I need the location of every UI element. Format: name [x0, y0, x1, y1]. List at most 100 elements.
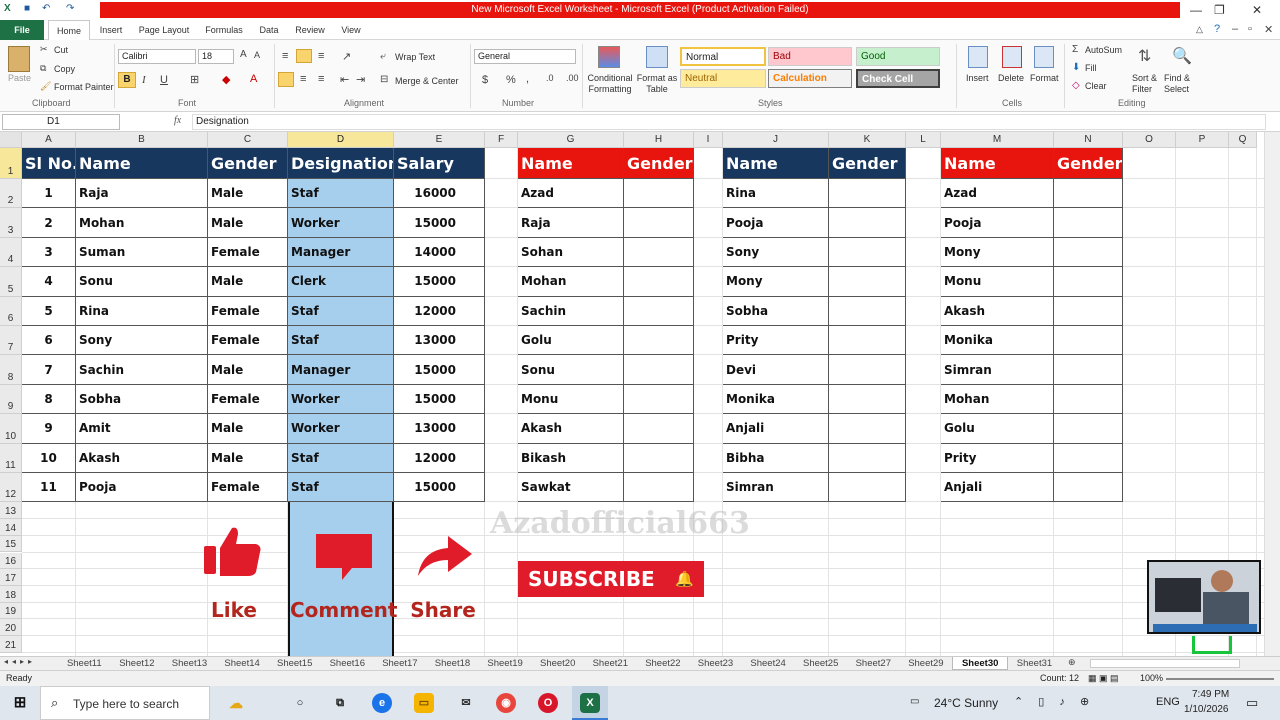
sort-filter-button[interactable]: Sort & Filter: [1132, 73, 1162, 95]
style-bad[interactable]: Bad: [768, 47, 852, 66]
column-header-m[interactable]: M: [941, 132, 1054, 148]
table-cell[interactable]: Sachin: [518, 296, 624, 326]
clear-button[interactable]: Clear: [1085, 81, 1107, 91]
table-cell[interactable]: Amit: [76, 414, 208, 444]
copy-button[interactable]: Copy: [54, 64, 75, 74]
table-cell[interactable]: 1: [22, 179, 76, 209]
sheet-tab-sheet17[interactable]: Sheet17: [374, 657, 427, 670]
minimize-ribbon-icon[interactable]: –: [1232, 23, 1238, 35]
row-header-5[interactable]: 5: [0, 267, 22, 297]
table-cell[interactable]: Clerk: [288, 267, 394, 297]
row-header-7[interactable]: 7: [0, 326, 22, 356]
table-cell[interactable]: Mony: [941, 237, 1054, 268]
language-indicator[interactable]: ENG: [1156, 696, 1180, 708]
conditional-formatting-button[interactable]: Conditional Formatting: [586, 73, 634, 95]
table-header-cell[interactable]: Gender: [1054, 148, 1123, 179]
table-cell[interactable]: [624, 179, 694, 209]
table-cell[interactable]: [829, 414, 906, 444]
table-cell[interactable]: Staf: [288, 326, 394, 356]
table-cell[interactable]: [1054, 355, 1123, 385]
table-cell[interactable]: Manager: [288, 355, 394, 385]
table-cell[interactable]: Worker: [288, 414, 394, 444]
sheet-tab-sheet14[interactable]: Sheet14: [216, 657, 269, 670]
minimize-icon[interactable]: —: [1190, 3, 1202, 17]
column-header-j[interactable]: J: [723, 132, 829, 148]
row-header-11[interactable]: 11: [0, 443, 22, 473]
format-painter-button[interactable]: Format Painter: [54, 82, 114, 92]
table-cell[interactable]: 3: [22, 237, 76, 268]
table-cell[interactable]: Female: [208, 296, 288, 326]
tab-review[interactable]: Review: [290, 20, 330, 40]
table-header-cell[interactable]: Name: [723, 148, 829, 179]
row-header-4[interactable]: 4: [0, 237, 22, 268]
table-cell[interactable]: [1054, 443, 1123, 473]
windows-start-icon[interactable]: ⊞: [10, 693, 30, 713]
autosum-button[interactable]: AutoSum: [1085, 45, 1122, 55]
table-cell[interactable]: Pooja: [941, 208, 1054, 238]
sheet-tab-sheet24[interactable]: Sheet24: [742, 657, 795, 670]
align-right-icon[interactable]: ≡: [318, 73, 324, 85]
table-header-cell[interactable]: Gender: [208, 148, 288, 179]
table-cell[interactable]: Bibha: [723, 443, 829, 473]
table-cell[interactable]: Staf: [288, 296, 394, 326]
table-cell[interactable]: Worker: [288, 384, 394, 415]
tray-icons[interactable]: ⌃ ▯ ♪ ⊕: [1014, 695, 1095, 708]
table-header-cell[interactable]: Designation: [288, 148, 394, 179]
column-header-e[interactable]: E: [394, 132, 485, 148]
align-center-icon[interactable]: ≡: [300, 73, 306, 85]
close-workbook-icon[interactable]: ✕: [1264, 23, 1273, 36]
increase-indent-icon[interactable]: ⇥: [356, 73, 365, 86]
undo-icon[interactable]: ↶: [42, 3, 50, 14]
table-cell[interactable]: Akash: [76, 443, 208, 473]
table-cell[interactable]: Male: [208, 414, 288, 444]
table-cell[interactable]: [624, 296, 694, 326]
table-cell[interactable]: 15000: [394, 473, 485, 503]
weather-text[interactable]: 24°C Sunny: [934, 696, 998, 710]
row-header-8[interactable]: 8: [0, 355, 22, 385]
table-cell[interactable]: Simran: [941, 355, 1054, 385]
table-cell[interactable]: 12000: [394, 443, 485, 473]
table-cell[interactable]: 2: [22, 208, 76, 238]
table-cell[interactable]: Azad: [518, 179, 624, 209]
table-cell[interactable]: [624, 267, 694, 297]
style-normal[interactable]: Normal: [680, 47, 766, 66]
table-cell[interactable]: 12000: [394, 296, 485, 326]
table-cell[interactable]: Prity: [941, 443, 1054, 473]
style-neutral[interactable]: Neutral: [680, 69, 766, 88]
row-header-14[interactable]: 14: [0, 519, 22, 536]
sheet-nav-icon[interactable]: ◂◂▸▸: [4, 657, 36, 666]
table-cell[interactable]: [1054, 384, 1123, 415]
table-cell[interactable]: Devi: [723, 355, 829, 385]
increase-decimal-icon[interactable]: .0: [546, 73, 554, 83]
table-cell[interactable]: Golu: [941, 414, 1054, 444]
table-cell[interactable]: 5: [22, 296, 76, 326]
table-cell[interactable]: [1054, 237, 1123, 268]
column-header-l[interactable]: L: [906, 132, 941, 148]
table-cell[interactable]: 13000: [394, 326, 485, 356]
sheet-tab-sheet18[interactable]: Sheet18: [426, 657, 479, 670]
orientation-icon[interactable]: ↗: [342, 50, 351, 63]
sheet-tab-sheet27[interactable]: Sheet27: [847, 657, 900, 670]
close-icon[interactable]: ✕: [1252, 3, 1262, 17]
table-cell[interactable]: Akash: [941, 296, 1054, 326]
subscribe-button[interactable]: SUBSCRIBE 🔔: [518, 561, 704, 597]
table-cell[interactable]: Female: [208, 326, 288, 356]
table-header-cell[interactable]: Name: [941, 148, 1054, 179]
table-cell[interactable]: [1054, 179, 1123, 209]
table-cell[interactable]: Anjali: [723, 414, 829, 444]
table-header-cell[interactable]: Gender: [624, 148, 694, 179]
file-explorer-icon[interactable]: ▭: [414, 693, 434, 713]
column-header-b[interactable]: B: [76, 132, 208, 148]
table-cell[interactable]: Sobha: [76, 384, 208, 415]
table-cell[interactable]: 15000: [394, 384, 485, 415]
zoom-level[interactable]: 100%: [1140, 671, 1163, 686]
table-cell[interactable]: [624, 414, 694, 444]
column-header-c[interactable]: C: [208, 132, 288, 148]
merge-center-button[interactable]: Merge & Center: [395, 76, 459, 86]
table-cell[interactable]: Sony: [723, 237, 829, 268]
table-cell[interactable]: [829, 179, 906, 209]
style-calculation[interactable]: Calculation: [768, 69, 852, 88]
table-header-cell[interactable]: Name: [518, 148, 624, 179]
table-cell[interactable]: [624, 443, 694, 473]
column-header-n[interactable]: N: [1054, 132, 1123, 148]
